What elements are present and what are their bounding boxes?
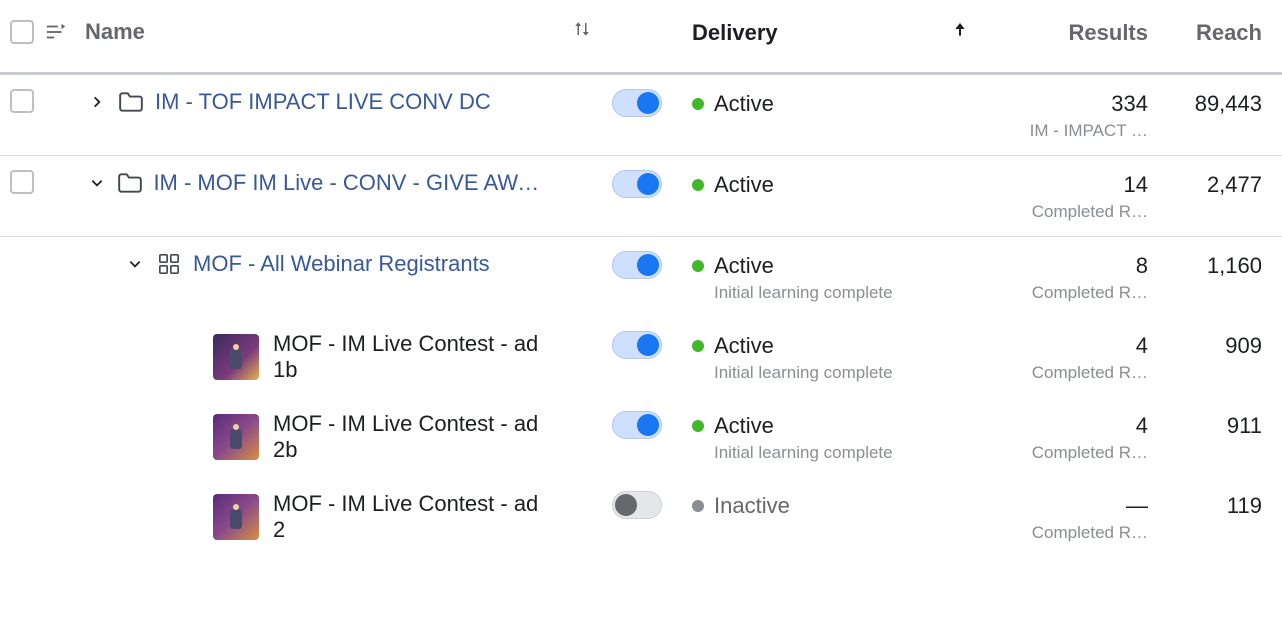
results-subtext: IM - IMPACT … — [992, 121, 1148, 141]
status-substatus: Initial learning complete — [714, 283, 952, 303]
results-subtext: Completed R… — [992, 363, 1148, 383]
sort-name-icon[interactable] — [573, 21, 591, 43]
folder-icon — [116, 172, 143, 194]
campaign-name-link[interactable]: IM - TOF IMPACT LIVE CONV DC — [155, 89, 491, 115]
adset-grid-icon — [155, 253, 183, 275]
status-text: Active — [714, 91, 774, 117]
ad-name-link[interactable]: MOF - IM Live Contest - ad 1b — [273, 331, 542, 383]
reach-value: 2,477 — [1172, 172, 1262, 198]
ad-thumbnail — [213, 414, 259, 460]
reach-value: 89,443 — [1172, 91, 1262, 117]
header-name[interactable]: Name — [85, 19, 145, 45]
ad-thumbnail — [213, 494, 259, 540]
reach-value: 909 — [1172, 333, 1262, 359]
status-dot-icon — [692, 340, 704, 352]
ads-table: Name Delivery Results — [0, 0, 1282, 557]
header-results[interactable]: Results — [1069, 20, 1148, 45]
status-text: Active — [714, 413, 774, 439]
status-toggle[interactable] — [612, 411, 662, 439]
status-toggle[interactable] — [612, 170, 662, 198]
campaign-name-link[interactable]: IM - MOF IM Live - CONV - GIVE AWA… — [153, 170, 542, 196]
ad-thumbnail — [213, 334, 259, 380]
header-reach[interactable]: Reach — [1196, 20, 1262, 45]
status-text: Active — [714, 172, 774, 198]
table-row: IM - TOF IMPACT LIVE CONV DC Active 334 … — [0, 75, 1282, 156]
status-dot-icon — [692, 260, 704, 272]
status-text: Inactive — [714, 493, 790, 519]
status-toggle[interactable] — [612, 331, 662, 359]
status-dot-icon — [692, 179, 704, 191]
status-text: Active — [714, 333, 774, 359]
ad-name-link[interactable]: MOF - IM Live Contest - ad 2 — [273, 491, 542, 543]
results-value: — — [992, 493, 1148, 519]
results-subtext: Completed R… — [992, 202, 1148, 222]
status-toggle[interactable] — [612, 89, 662, 117]
status-dot-icon — [692, 98, 704, 110]
folder-icon — [117, 91, 145, 113]
table-row: MOF - All Webinar Registrants Active Ini… — [0, 237, 1282, 317]
results-subtext: Completed R… — [992, 283, 1148, 303]
status-dot-icon — [692, 500, 704, 512]
results-value: 334 — [992, 91, 1148, 117]
status-substatus: Initial learning complete — [714, 363, 952, 383]
sort-delivery-icon[interactable] — [952, 21, 968, 43]
status-dot-icon — [692, 420, 704, 432]
chevron-right-icon[interactable] — [85, 95, 109, 109]
status-toggle[interactable] — [612, 251, 662, 279]
status-substatus: Initial learning complete — [714, 443, 952, 463]
header-delivery[interactable]: Delivery — [692, 20, 778, 45]
table-row: MOF - IM Live Contest - ad 2 Inactive — … — [0, 477, 1282, 557]
select-all-checkbox[interactable] — [10, 20, 34, 44]
results-subtext: Completed R… — [992, 523, 1148, 543]
table-row: MOF - IM Live Contest - ad 1b Active Ini… — [0, 317, 1282, 397]
status-text: Active — [714, 253, 774, 279]
results-value: 4 — [992, 413, 1148, 439]
status-toggle[interactable] — [612, 491, 662, 519]
table-row: IM - MOF IM Live - CONV - GIVE AWA… Acti… — [0, 156, 1282, 237]
results-subtext: Completed R… — [992, 443, 1148, 463]
sort-settings-icon[interactable] — [45, 21, 85, 43]
table-row: MOF - IM Live Contest - ad 2b Active Ini… — [0, 397, 1282, 477]
table-header-row: Name Delivery Results — [0, 0, 1282, 75]
row-checkbox[interactable] — [10, 170, 34, 194]
ad-name-link[interactable]: MOF - IM Live Contest - ad 2b — [273, 411, 542, 463]
adset-name-link[interactable]: MOF - All Webinar Registrants — [193, 251, 490, 277]
results-value: 14 — [992, 172, 1148, 198]
reach-value: 1,160 — [1172, 253, 1262, 279]
results-value: 8 — [992, 253, 1148, 279]
chevron-down-icon[interactable] — [123, 257, 147, 271]
results-value: 4 — [992, 333, 1148, 359]
chevron-down-icon[interactable] — [85, 176, 108, 190]
reach-value: 911 — [1172, 413, 1262, 439]
row-checkbox[interactable] — [10, 89, 34, 113]
reach-value: 119 — [1172, 493, 1262, 519]
